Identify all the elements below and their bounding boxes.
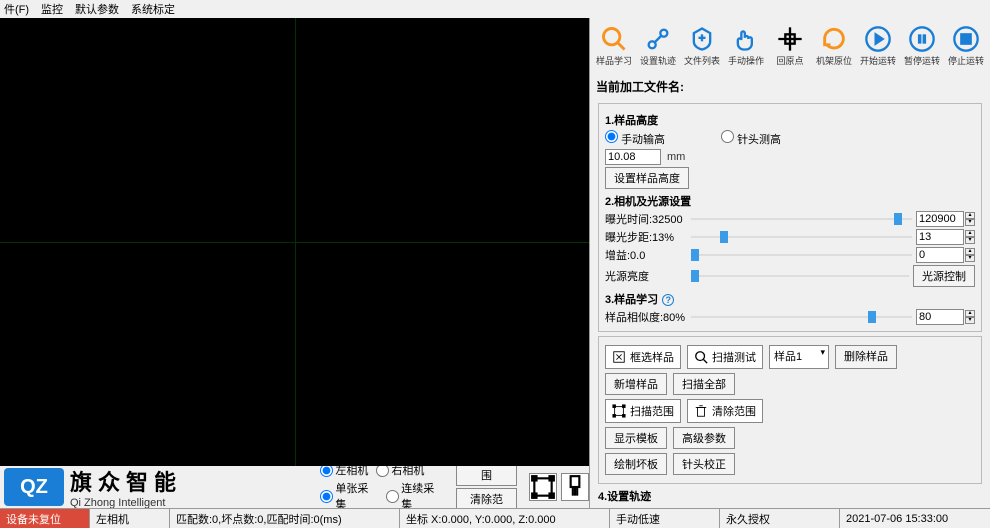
right-pane: 样品学习 设置轨迹 文件列表 手动操作 回原点 机架原位 开始运转 暂停运转 停…	[589, 18, 990, 508]
probe-height-radio[interactable]: 针头测高	[721, 130, 791, 147]
status-device: 设备未复位	[0, 509, 90, 528]
logo: QZ 旗众智能 Qi Zhong Intelligent	[0, 466, 314, 508]
similarity-slider[interactable]	[691, 310, 912, 324]
tool-home[interactable]: 回原点	[768, 20, 812, 72]
tool-pause[interactable]: 暂停运转	[900, 20, 944, 72]
exposure-step-input[interactable]	[916, 229, 964, 245]
exposure-time-label: 曝光时间:32500	[605, 211, 687, 227]
spin-down[interactable]: ▾	[965, 219, 975, 226]
status-license: 永久授权	[720, 509, 840, 528]
tool-stop[interactable]: 停止运转	[944, 20, 988, 72]
spin-down[interactable]: ▾	[965, 237, 975, 244]
menubar: 件(F) 监控 默认参数 系统标定	[0, 0, 990, 18]
show-template-button[interactable]: 显示模板	[605, 427, 667, 449]
scan-all-button[interactable]: 扫描全部	[673, 373, 735, 395]
tool-home2[interactable]: 机架原位	[812, 20, 856, 72]
height-unit: mm	[667, 151, 685, 163]
current-file-label: 当前加工文件名:	[590, 74, 990, 99]
tool-file-list[interactable]: 文件列表	[680, 20, 724, 72]
status-datetime: 2021-07-06 15:33:00	[840, 509, 990, 528]
gain-input[interactable]	[916, 247, 964, 263]
camera-canvas[interactable]	[0, 18, 589, 466]
exposure-step-slider[interactable]	[691, 230, 912, 244]
toolbar: 样品学习 设置轨迹 文件列表 手动操作 回原点 机架原位 开始运转 暂停运转 停…	[590, 18, 990, 74]
gain-slider[interactable]	[691, 248, 912, 262]
exposure-time-slider[interactable]	[691, 212, 912, 226]
menu-system-set[interactable]: 系统标定	[131, 1, 175, 17]
spin-down[interactable]: ▾	[965, 255, 975, 262]
light-control-button[interactable]: 光源控制	[913, 265, 975, 287]
left-pane: QZ 旗众智能 Qi Zhong Intelligent 左相机 右相机 单张采…	[0, 18, 589, 508]
similarity-label: 样品相似度:80%	[605, 309, 687, 325]
tool-set-track[interactable]: 设置轨迹	[636, 20, 680, 72]
menu-file[interactable]: 件(F)	[4, 1, 29, 17]
scan-test-button[interactable]: 扫描测试	[687, 345, 763, 369]
crosshair-vertical	[295, 18, 296, 466]
menu-default-params[interactable]: 默认参数	[75, 1, 119, 17]
tool-manual[interactable]: 手动操作	[724, 20, 768, 72]
needle-cal-button[interactable]: 针头校正	[673, 453, 735, 475]
spin-up[interactable]: ▴	[965, 212, 975, 219]
tool-learn[interactable]: 样品学习	[592, 20, 636, 72]
exposure-time-input[interactable]	[916, 211, 964, 227]
status-coord: 坐标 X:0.000, Y:0.000, Z:0.000	[400, 509, 610, 528]
similarity-input[interactable]	[916, 309, 964, 325]
menu-monitor[interactable]: 监控	[41, 1, 63, 17]
statusbar: 设备未复位 左相机 匹配数:0,坏点数:0,匹配时间:0(ms) 坐标 X:0.…	[0, 508, 990, 528]
clear-range-button2[interactable]: 清除范围	[687, 399, 763, 423]
set-height-button[interactable]: 设置样品高度	[605, 167, 689, 189]
sec2-title: 2.相机及光源设置	[605, 193, 975, 209]
status-left-cam: 左相机	[90, 509, 170, 528]
brush-icon[interactable]	[561, 473, 589, 501]
scan-range-button2[interactable]: 扫描范围	[605, 399, 681, 423]
tool-start[interactable]: 开始运转	[856, 20, 900, 72]
sample-dropdown[interactable]: 样品1	[769, 345, 829, 369]
status-manual: 手动低速	[610, 509, 720, 528]
gain-label: 增益:0.0	[605, 247, 687, 263]
draw-bad-button[interactable]: 绘制坏板	[605, 453, 667, 475]
height-input[interactable]	[605, 149, 661, 165]
sec3-title: 3.样品学习?	[605, 291, 975, 307]
sec4-title: 4.设置轨迹	[598, 488, 982, 504]
light-label: 光源亮度	[605, 268, 687, 284]
logo-mark: QZ	[4, 468, 64, 506]
spin-up[interactable]: ▴	[965, 248, 975, 255]
spin-up[interactable]: ▴	[965, 310, 975, 317]
spin-down[interactable]: ▾	[965, 317, 975, 324]
logo-cn: 旗众智能	[70, 465, 182, 497]
manual-height-radio[interactable]: 手动输高	[605, 130, 675, 147]
new-sample-button[interactable]: 新增样品	[605, 373, 667, 395]
spin-up[interactable]: ▴	[965, 230, 975, 237]
select-sample-button[interactable]: 框选样品	[605, 345, 681, 369]
delete-sample-button[interactable]: 删除样品	[835, 345, 897, 369]
status-match: 匹配数:0,坏点数:0,匹配时间:0(ms)	[170, 509, 400, 528]
fit-rect-icon[interactable]	[529, 473, 557, 501]
light-slider[interactable]	[691, 269, 909, 283]
adv-params-button[interactable]: 高级参数	[673, 427, 735, 449]
info-icon[interactable]: ?	[662, 294, 674, 306]
exposure-step-label: 曝光步距:13%	[605, 229, 687, 245]
sec1-title: 1.样品高度	[605, 112, 975, 128]
